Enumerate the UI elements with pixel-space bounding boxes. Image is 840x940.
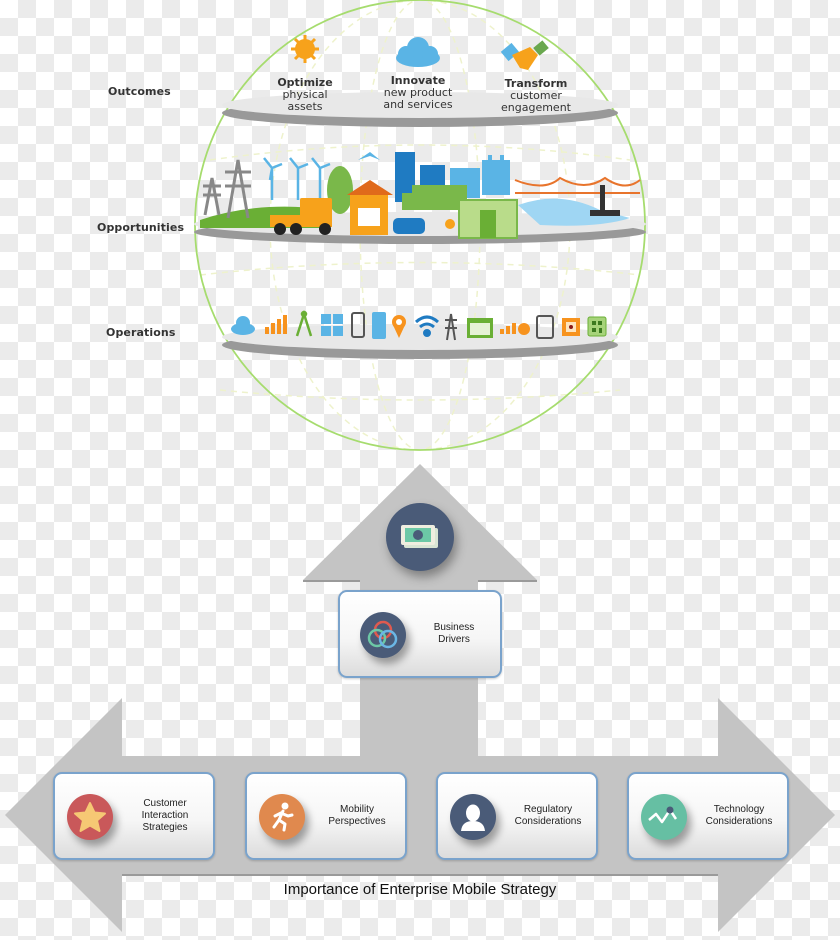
card-label: Customer Interaction Strategies [141,798,189,833]
money-icon [401,525,438,548]
warehouse-icon [458,199,518,239]
card-label: Technology Considerations [705,804,773,827]
car-icon [393,218,425,234]
card-label: Mobility Perspectives [328,804,386,827]
outcome-line: assets [287,100,323,113]
bridge-icon [514,176,641,194]
card-technology-considerations[interactable]: Technology Considerations [627,772,789,860]
card-regulatory-considerations[interactable]: Regulatory Considerations [436,772,598,860]
money-badge [386,503,454,571]
power-pylon-icon [203,159,251,219]
browser-window-icon [467,318,493,338]
card-badge [641,794,687,840]
chip-icon [562,318,580,336]
star-icon [74,802,106,832]
cloud-icon [231,316,255,335]
outcome-line: engagement [501,101,571,114]
operations-disc [222,324,618,359]
card-badge [450,794,496,840]
card-label: Business Drivers [433,622,475,645]
interlocking-rings-icon [367,620,398,649]
house-icon [347,180,393,235]
outcome-line: and services [383,98,453,111]
business-drivers-card[interactable]: Business Drivers [338,590,502,678]
diagram-caption: Importance of Enterprise Mobile Strategy [283,881,557,898]
trend-line-icon [648,806,678,824]
cloud-icon [396,37,440,67]
airplane-icon [358,152,380,160]
card-label: Regulatory Considerations [514,804,582,827]
layer-label-opportunities: Opportunities [97,221,185,234]
server-icon [372,312,386,339]
sun-icon [291,35,319,63]
card-badge [259,794,305,840]
qr-code-icon [587,316,607,337]
oil-rig-icon [590,185,620,216]
outcome-optimize: Optimize physical assets [250,77,360,113]
layer-label-outcomes: Outcomes [108,85,171,98]
runner-icon [445,219,455,229]
handshake-icon [500,40,549,70]
opportunities-scene [200,152,641,239]
card-mobility-perspectives[interactable]: Mobility Perspectives [245,772,407,860]
person-icon [461,804,485,831]
truck-icon [270,198,332,235]
outcome-transform: Transform customer engagement [481,78,591,114]
business-drivers-badge [360,612,406,658]
running-person-icon [272,802,294,832]
outcome-innovate: Innovate new product and services [363,75,473,111]
card-customer-interaction[interactable]: Customer Interaction Strategies [53,772,215,860]
layer-label-operations: Operations [106,326,176,339]
card-badge [67,794,113,840]
